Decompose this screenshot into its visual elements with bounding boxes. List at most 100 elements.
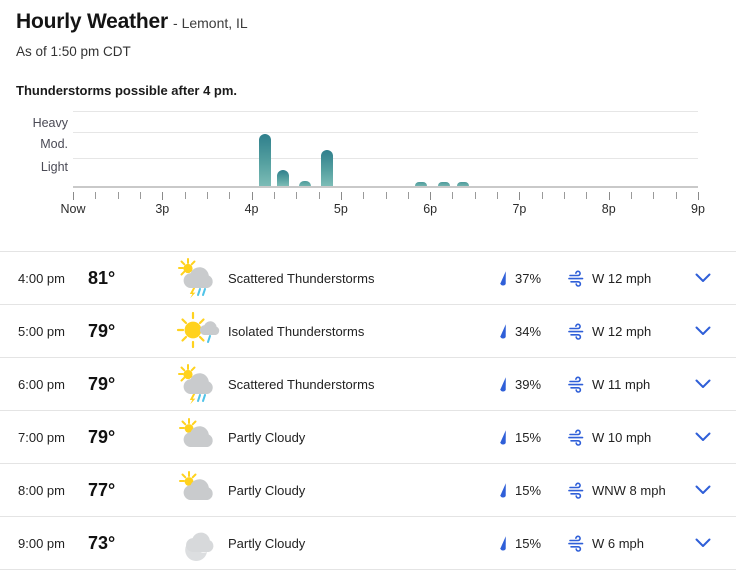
raindrop-icon <box>497 429 509 445</box>
y-tick-light: Light <box>40 160 68 174</box>
chevron-down-icon <box>695 485 711 495</box>
table-row[interactable]: 7:00 pm 79° Partly Cloudy 15% W 10 mph <box>0 410 736 463</box>
moon-cloud-icon <box>176 523 222 563</box>
row-wind: W 12 mph <box>568 323 652 340</box>
x-tick-minor <box>631 192 633 199</box>
x-tick-minor <box>318 192 320 199</box>
x-tick-major <box>162 192 164 200</box>
wind-icon <box>568 323 585 340</box>
hourly-weather-panel: Hourly Weather - Lemont, IL As of 1:50 p… <box>0 0 736 570</box>
x-tick-label: 9p <box>691 202 705 216</box>
x-tick-minor <box>385 192 387 199</box>
row-precipitation: 15% <box>497 482 541 498</box>
hourly-rows: 4:00 pm 81° Scattered Thunderstorms 37% <box>0 251 736 570</box>
table-row[interactable]: 5:00 pm 79° Isolated Thunderstorms 34% W… <box>0 304 736 357</box>
x-tick-minor <box>564 192 566 199</box>
precip-value: 37% <box>515 270 542 286</box>
expand-row-button[interactable] <box>690 371 716 397</box>
wind-icon <box>568 376 585 393</box>
row-condition: Scattered Thunderstorms <box>228 376 375 392</box>
row-wind: W 12 mph <box>568 270 652 287</box>
sun-cloud-thunderstorm-icon <box>176 364 222 405</box>
location-label: - Lemont, IL <box>173 15 248 31</box>
x-tick-major <box>251 192 253 200</box>
wind-icon <box>568 429 585 446</box>
x-tick-minor <box>653 192 655 199</box>
table-row[interactable]: 9:00 pm 73° Partly Cloudy 15% W 6 mph <box>0 516 736 570</box>
precip-value: 34% <box>515 323 542 339</box>
precip-value: 15% <box>515 535 542 551</box>
x-tick-minor <box>586 192 588 199</box>
row-condition: Isolated Thunderstorms <box>228 323 365 339</box>
table-row[interactable]: 8:00 pm 77° Partly Cloudy 15% WNW 8 mph <box>0 463 736 516</box>
x-tick-minor <box>95 192 97 199</box>
precip-value: 39% <box>515 376 542 392</box>
x-tick-major <box>608 192 610 200</box>
x-tick-label: 3p <box>155 202 170 216</box>
row-precipitation: 34% <box>497 323 541 339</box>
expand-row-button[interactable] <box>690 424 716 450</box>
x-tick-label: 6p <box>423 202 438 216</box>
chart-bars <box>73 110 698 186</box>
chart-bar <box>321 150 334 186</box>
sun-cloud-icon <box>176 417 222 457</box>
x-tick-minor <box>474 192 476 199</box>
x-tick-label: 7p <box>512 202 527 216</box>
chart-bar <box>276 170 289 186</box>
y-tick-heavy: Heavy <box>32 116 68 130</box>
expand-row-button[interactable] <box>690 265 716 291</box>
row-time: 4:00 pm <box>18 270 65 286</box>
header: Hourly Weather - Lemont, IL As of 1:50 p… <box>0 0 736 98</box>
row-condition: Partly Cloudy <box>228 482 306 498</box>
x-tick-major <box>73 192 74 200</box>
x-tick-minor <box>184 192 186 199</box>
expand-row-button[interactable] <box>690 318 716 344</box>
row-temperature: 73° <box>88 532 116 553</box>
sun-small-cloud-rain-icon <box>176 311 222 351</box>
row-time: 7:00 pm <box>18 429 65 445</box>
chevron-down-icon <box>695 273 711 283</box>
chart-bar <box>299 180 312 186</box>
row-time: 9:00 pm <box>18 535 65 551</box>
wind-icon <box>568 535 585 552</box>
x-tick-minor <box>497 192 499 199</box>
x-tick-minor <box>541 192 543 199</box>
x-tick-minor <box>452 192 454 199</box>
as-of-label: As of 1:50 pm CDT <box>16 44 131 59</box>
raindrop-icon <box>497 376 509 392</box>
row-condition: Scattered Thunderstorms <box>228 270 375 286</box>
wind-value: W 12 mph <box>592 270 652 286</box>
title-line: Hourly Weather - Lemont, IL <box>16 10 736 34</box>
sun-cloud-thunderstorm-icon <box>176 258 222 299</box>
chart-bar <box>258 134 271 186</box>
x-tick-label: Now <box>60 202 86 216</box>
table-row[interactable]: 4:00 pm 81° Scattered Thunderstorms 37% <box>0 251 736 304</box>
wind-value: W 12 mph <box>592 323 652 339</box>
x-tick-minor <box>229 192 231 199</box>
row-time: 6:00 pm <box>18 376 65 392</box>
table-row[interactable]: 6:00 pm 79° Scattered Thunderstorms 39% <box>0 357 736 410</box>
expand-row-button[interactable] <box>690 530 716 556</box>
wind-value: W 10 mph <box>592 429 652 445</box>
chart-x-ticks <box>73 192 699 200</box>
chart-baseline <box>73 186 698 188</box>
row-wind: W 10 mph <box>568 429 652 446</box>
row-temperature: 79° <box>88 320 116 341</box>
x-tick-major <box>519 192 521 200</box>
x-tick-minor <box>117 192 119 199</box>
x-tick-minor <box>206 192 208 199</box>
row-wind: WNW 8 mph <box>568 482 666 499</box>
raindrop-icon <box>497 270 509 286</box>
row-precipitation: 37% <box>497 270 541 286</box>
wind-value: WNW 8 mph <box>592 482 666 498</box>
row-condition: Partly Cloudy <box>228 429 306 445</box>
wind-value: W 6 mph <box>592 535 645 551</box>
wind-value: W 11 mph <box>592 376 651 392</box>
row-temperature: 79° <box>88 373 116 394</box>
raindrop-icon <box>497 323 509 339</box>
expand-row-button[interactable] <box>690 477 716 503</box>
x-tick-minor <box>363 192 365 199</box>
chevron-down-icon <box>695 379 711 389</box>
chart-bar <box>437 181 450 186</box>
chart-x-axis: Now 3p 4p 5p 6p 7p 8p 9p <box>60 202 704 220</box>
